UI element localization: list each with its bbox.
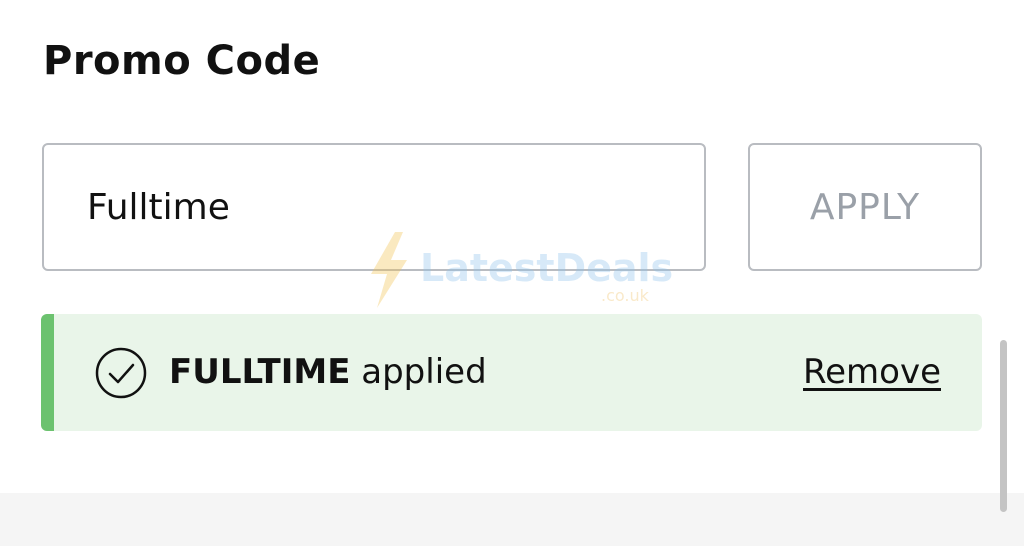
remove-promo-link[interactable]: Remove	[803, 351, 941, 393]
applied-status-text: applied	[361, 352, 487, 392]
watermark-domain: .co.uk	[601, 286, 649, 305]
check-circle-icon	[95, 347, 147, 399]
applied-message: FULLTIME applied	[169, 351, 487, 393]
section-title: Promo Code	[43, 38, 321, 84]
applied-code: FULLTIME	[169, 352, 351, 392]
apply-button[interactable]: APPLY	[748, 143, 982, 271]
promo-code-page: Promo Code APPLY LatestDeals .co.uk FULL…	[0, 0, 1024, 546]
promo-code-input[interactable]	[42, 143, 706, 271]
scrollbar-thumb[interactable]	[1000, 340, 1007, 512]
bottom-section	[0, 493, 1024, 546]
promo-applied-banner: FULLTIME applied Remove	[41, 314, 982, 431]
